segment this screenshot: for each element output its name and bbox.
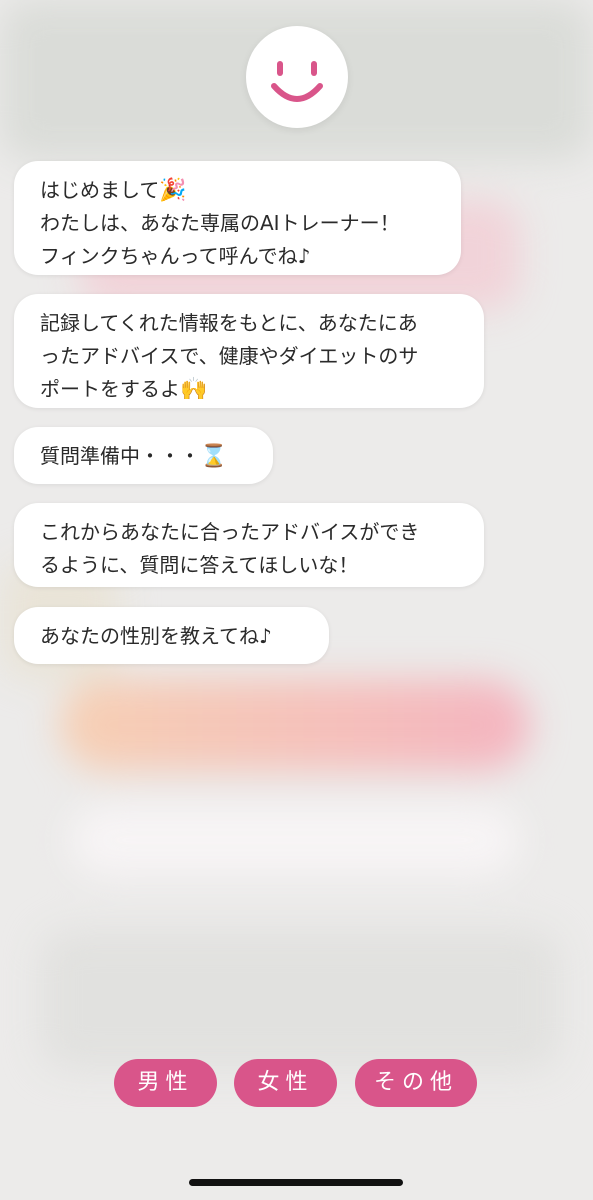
choice-other-button[interactable]: その他 [355, 1059, 477, 1107]
gender-choices: 男性 女性 その他 [0, 1059, 593, 1107]
party-popper-icon: 🎉 [159, 178, 187, 203]
message-text: これからあなたに合ったアドバイスができ [40, 520, 420, 544]
message-text: るように、質問に答えてほしいな！ [40, 553, 359, 577]
message-text: あなたの性別を教えてね♪ [40, 624, 272, 648]
chat-message-request: これからあなたに合ったアドバイスができ るように、質問に答えてほしいな！ [14, 503, 484, 587]
chat-message-question-gender: あなたの性別を教えてね♪ [14, 607, 329, 664]
home-indicator[interactable] [189, 1179, 403, 1186]
chat-message-intro: はじめまして🎉 わたしは、あなた専属のAIトレーナー！ フィンクちゃんって呼んで… [14, 161, 461, 275]
message-text: フィンクちゃんって呼んでね♪ [40, 244, 311, 268]
message-text: わたしは、あなた専属のAIトレーナー！ [40, 211, 400, 235]
assistant-avatar [246, 26, 348, 128]
message-text: 記録してくれた情報をもとに、あなたにあ [40, 311, 418, 335]
message-text: ったアドバイスで、健康やダイエットのサ [40, 344, 419, 368]
chat-message-purpose: 記録してくれた情報をもとに、あなたにあ ったアドバイスで、健康やダイエットのサ … [14, 294, 484, 408]
message-text: はじめまして [40, 178, 160, 202]
smiley-face-icon [271, 61, 323, 102]
choice-female-button[interactable]: 女性 [234, 1059, 337, 1107]
hourglass-icon: ⌛ [200, 444, 228, 469]
message-text: ポートをするよ [40, 377, 180, 401]
choice-male-button[interactable]: 男性 [114, 1059, 217, 1107]
chat-message-preparing: 質問準備中・・・⌛ [14, 427, 273, 484]
raising-hands-icon: 🙌 [180, 377, 208, 402]
message-text: 質問準備中・・・ [40, 444, 200, 468]
